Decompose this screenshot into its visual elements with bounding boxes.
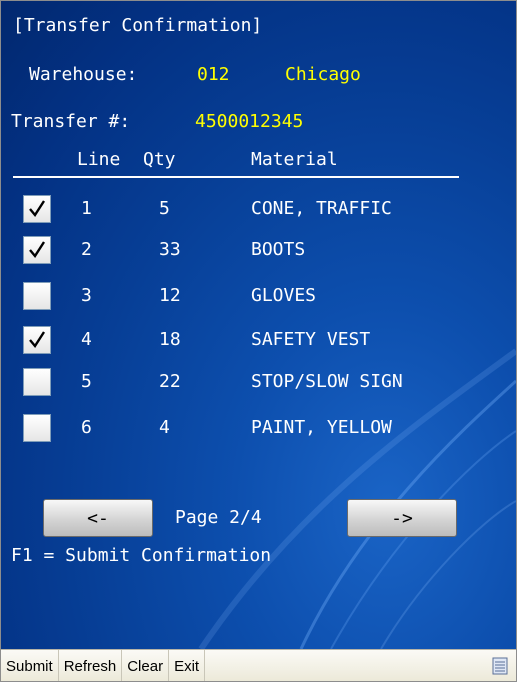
row-qty: 33 [159,239,181,260]
row-qty: 22 [159,371,181,392]
terminal-screen: [Transfer Confirmation] Warehouse: 012 C… [1,1,516,649]
table-row: 3 12 GLOVES [1,282,516,322]
row-line: 1 [81,198,92,219]
line-checkbox[interactable] [23,368,51,396]
row-qty: 5 [159,198,170,219]
row-material: BOOTS [251,239,306,260]
line-checkbox[interactable] [23,195,51,223]
line-checkbox[interactable] [23,282,51,310]
warehouse-label: Warehouse: [29,64,138,85]
column-header-line: Line [77,149,121,170]
row-material: SAFETY VEST [251,329,371,350]
menu-submit[interactable]: Submit [1,650,59,681]
row-qty: 4 [159,417,170,438]
row-qty: 18 [159,329,181,350]
page-indicator: Page 2/4 [175,507,262,528]
row-line: 5 [81,371,92,392]
checkmark-icon [29,331,46,349]
next-page-button[interactable]: -> [347,499,457,537]
row-qty: 12 [159,285,181,306]
transfer-number: 4500012345 [195,111,304,132]
column-header-material: Material [251,149,338,170]
line-checkbox[interactable] [23,236,51,264]
menu-refresh[interactable]: Refresh [59,650,123,681]
checkmark-icon [29,241,46,259]
table-row: 5 22 STOP/SLOW SIGN [1,368,516,408]
row-material: CONE, TRAFFIC [251,198,392,219]
warehouse-city: Chicago [285,64,361,85]
previous-page-button[interactable]: <- [43,499,153,537]
warehouse-code: 012 [197,64,230,85]
checkmark-icon [29,200,46,218]
row-line: 2 [81,239,92,260]
row-line: 3 [81,285,92,306]
column-header-qty: Qty [143,149,176,170]
transfer-label: Transfer #: [11,111,131,132]
row-material: GLOVES [251,285,317,306]
row-material: PAINT, YELLOW [251,417,392,438]
line-checkbox[interactable] [23,414,51,442]
table-row: 4 18 SAFETY VEST [1,326,516,366]
keyboard-toggle-icon[interactable] [484,650,516,681]
table-row: 1 5 CONE, TRAFFIC [1,195,516,235]
menu-clear[interactable]: Clear [122,650,170,681]
menu-exit[interactable]: Exit [169,650,206,681]
row-material: STOP/SLOW SIGN [251,371,403,392]
table-row: 2 33 BOOTS [1,236,516,276]
screen-title: [Transfer Confirmation] [13,15,263,36]
table-row: 6 4 PAINT, YELLOW [1,414,516,454]
header-divider [13,176,459,178]
submit-hint: F1 = Submit Confirmation [11,545,272,566]
menu-bar: Submit Refresh Clear Exit [1,649,516,681]
device-frame: [Transfer Confirmation] Warehouse: 012 C… [0,0,517,682]
row-line: 4 [81,329,92,350]
row-line: 6 [81,417,92,438]
line-checkbox[interactable] [23,326,51,354]
